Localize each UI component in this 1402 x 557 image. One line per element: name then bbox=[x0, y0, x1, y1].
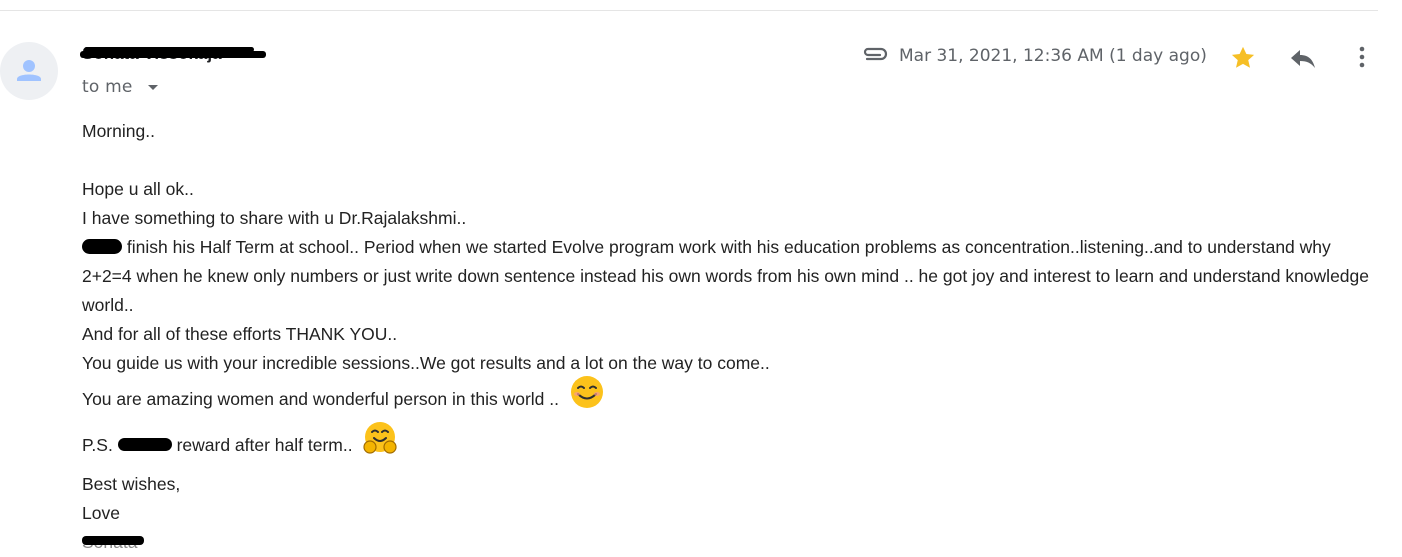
person-icon bbox=[17, 60, 41, 81]
reply-icon[interactable] bbox=[1289, 46, 1317, 75]
top-divider bbox=[0, 10, 1378, 11]
greeting: Morning.. bbox=[82, 121, 155, 141]
ps-name-redaction bbox=[117, 438, 172, 451]
body-line-2: I have something to share with u Dr.Raja… bbox=[82, 208, 467, 228]
email-date[interactable]: Mar 31, 2021, 12:36 AM (1 day ago) bbox=[899, 46, 1207, 66]
ps-prefix: P.S. bbox=[82, 435, 113, 456]
ps-line: P.S. reward after half term.. bbox=[82, 420, 1372, 470]
line-5-text: You are amazing women and wonderful pers… bbox=[82, 389, 559, 410]
body-line-3: And for all of these efforts THANK YOU.. bbox=[82, 324, 398, 344]
closing-1: Best wishes, bbox=[82, 474, 181, 494]
paragraph-text: finish his Half Term at school.. Period … bbox=[82, 237, 1369, 315]
recipient-toggle[interactable]: to me bbox=[82, 77, 159, 97]
smiling-face-emoji bbox=[568, 375, 606, 420]
hugging-face-emoji bbox=[361, 420, 399, 467]
signature: Sonata bbox=[82, 528, 1372, 557]
body-line-4: You guide us with your incredible sessio… bbox=[82, 353, 770, 373]
sender-redaction bbox=[80, 51, 266, 58]
chevron-down-icon[interactable] bbox=[147, 77, 159, 97]
name-redaction bbox=[82, 238, 122, 254]
star-icon[interactable] bbox=[1229, 44, 1257, 77]
body-line-1: Hope u all ok.. bbox=[82, 179, 194, 199]
more-vert-icon[interactable] bbox=[1352, 44, 1372, 77]
body-line-5: You are amazing women and wonderful pers… bbox=[82, 375, 1372, 423]
sender-avatar[interactable] bbox=[0, 42, 58, 100]
closing-2: Love bbox=[82, 503, 120, 523]
email-body: Morning.. Hope u all ok.. I have somethi… bbox=[82, 117, 1372, 557]
recipient-label: to me bbox=[82, 77, 133, 97]
sender-redaction-2 bbox=[84, 47, 254, 52]
body-paragraph: finish his Half Term at school.. Period … bbox=[82, 233, 1372, 320]
paperclip-icon bbox=[859, 44, 889, 69]
ps-text: reward after half term.. bbox=[171, 435, 353, 456]
